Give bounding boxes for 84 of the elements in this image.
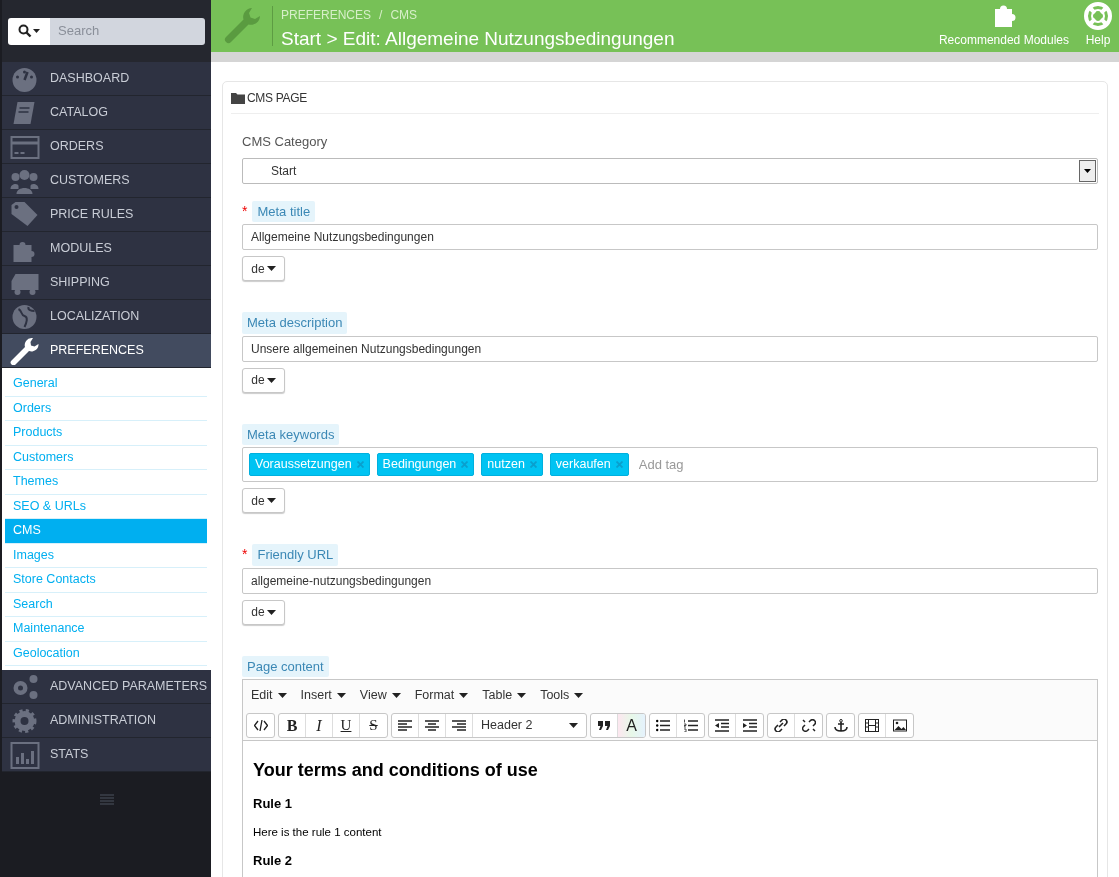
indent-icon <box>742 718 757 732</box>
nav-item[interactable]: SHIPPING <box>2 266 211 300</box>
caret-icon <box>391 692 401 698</box>
nav-item[interactable]: ADMINISTRATION <box>2 704 211 738</box>
align-center-icon <box>425 718 439 732</box>
image-icon <box>892 718 907 732</box>
panel-title: CMS PAGE <box>247 89 308 107</box>
caret-icon <box>266 498 276 503</box>
align-right-icon <box>452 718 466 732</box>
field-label: Page content <box>242 655 329 677</box>
required-asterisk: * <box>242 545 248 565</box>
text-field[interactable]: Allgemeine Nutzungsbedingungen <box>242 224 1098 250</box>
format-button[interactable]: I <box>306 713 333 737</box>
editor-menu[interactable]: Tools <box>540 685 584 705</box>
nav-item[interactable]: STATS <box>2 738 211 772</box>
add-tag-field[interactable]: Add tag <box>635 454 1091 475</box>
text-field[interactable]: allgemeine-nutzungsbedingungen <box>242 567 1098 594</box>
editor-menu[interactable]: View <box>359 685 401 705</box>
content-paragraph: Here is the rule 1 content <box>253 824 383 840</box>
caret-icon <box>459 692 469 698</box>
keyword-tag: Bedingungen <box>376 453 475 476</box>
caret-icon <box>266 266 276 271</box>
required-asterisk: * <box>242 201 248 221</box>
editor-menu[interactable]: Format <box>414 685 469 705</box>
breadcrumb-separator: / <box>379 7 383 24</box>
nav-item[interactable]: MODULES <box>2 232 211 266</box>
format-button[interactable]: B <box>279 713 306 737</box>
nav-item[interactable]: CUSTOMERS <box>2 164 211 198</box>
link-icon <box>774 718 788 732</box>
caret-icon <box>277 692 287 698</box>
field-label: CMS Category <box>242 133 328 151</box>
nav-item[interactable]: PREFERENCES <box>2 334 211 368</box>
format-button[interactable]: U <box>333 713 360 737</box>
quote-icon <box>597 718 611 732</box>
nav-item[interactable]: DASHBOARD <box>2 62 211 96</box>
content-subheading: Rule 1 <box>253 795 293 813</box>
keyword-tag: nutzen <box>481 453 543 476</box>
anchor-icon <box>833 718 848 732</box>
nav-item[interactable]: CATALOG <box>2 96 211 130</box>
field-label: Meta title <box>252 200 316 222</box>
editor-menu[interactable]: Edit <box>251 685 287 705</box>
field-label: Meta description <box>242 312 348 334</box>
lifebuoy-icon <box>1083 1 1113 31</box>
format-button[interactable]: S <box>360 713 387 737</box>
search-field[interactable]: Search <box>50 17 205 45</box>
content-subheading: Rule 2 <box>253 851 293 870</box>
search-menu-button[interactable] <box>8 17 50 45</box>
nav-item[interactable]: ADVANCED PARAMETERS <box>2 670 211 704</box>
field-label: Meta keywords <box>242 423 340 445</box>
align-left-icon <box>398 718 412 732</box>
keyword-tag: verkaufen <box>549 453 629 476</box>
film-icon <box>865 718 879 732</box>
nav-item[interactable]: LOCALIZATION <box>2 300 211 334</box>
bulleted-list-icon <box>656 718 670 732</box>
caret-icon <box>266 609 276 615</box>
language-dropdown[interactable]: de <box>242 256 285 281</box>
editor-menu[interactable]: Insert <box>300 685 346 705</box>
language-dropdown[interactable]: de <box>242 599 285 625</box>
field-label: Friendly URL <box>252 544 339 566</box>
nav-item[interactable]: ORDERS <box>2 130 211 164</box>
search-icon <box>18 24 40 38</box>
category-dropdown[interactable]: Start <box>242 157 1098 184</box>
page-title: Start > Edit: Allgemeine Nutzungsbedingungen <box>281 27 676 51</box>
text-color-button[interactable]: A <box>618 713 645 737</box>
wrench-icon <box>10 336 40 365</box>
bar-chart-icon <box>10 740 40 769</box>
text-field[interactable]: Unsere allgemeinen Nutzungsbedingungen <box>242 335 1098 362</box>
folder-icon <box>231 91 245 104</box>
editor-menu[interactable]: Table <box>482 685 527 705</box>
code-icon <box>253 718 268 732</box>
language-dropdown[interactable]: de <box>242 367 285 393</box>
outdent-icon <box>715 718 729 732</box>
language-dropdown[interactable]: de <box>242 488 285 513</box>
caret-icon <box>266 377 276 383</box>
caret-icon <box>574 692 584 698</box>
caret-icon <box>336 692 346 698</box>
unlink-icon <box>801 718 816 732</box>
tag-icon <box>10 200 40 229</box>
numbered-list-icon <box>683 718 698 732</box>
nav-item[interactable]: PRICE RULES <box>2 198 211 232</box>
keyword-tag: Voraussetzungen <box>249 453 370 476</box>
caret-icon <box>517 692 527 698</box>
content-heading: Your terms and conditions of use <box>253 759 539 782</box>
caret-icon <box>569 722 578 728</box>
